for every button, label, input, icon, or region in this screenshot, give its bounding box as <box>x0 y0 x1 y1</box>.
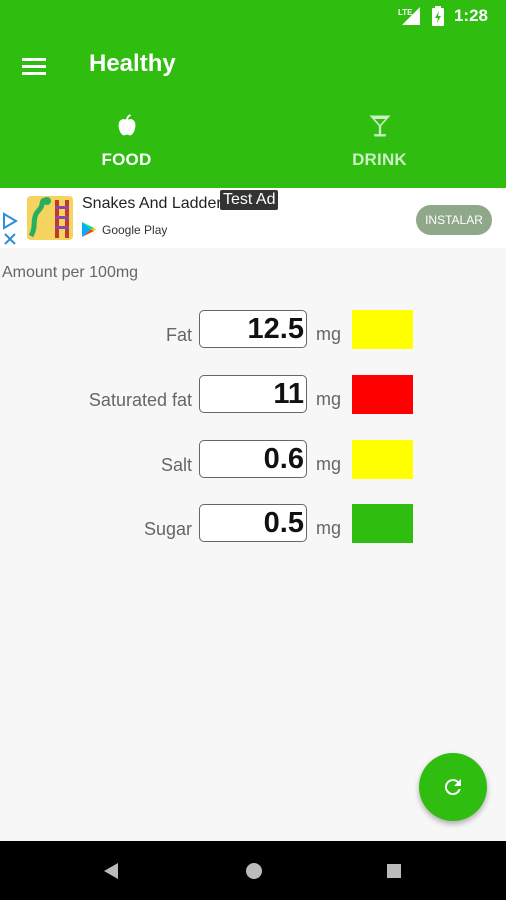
ad-app-thumbnail[interactable] <box>27 196 73 240</box>
test-ad-badge: Test Ad <box>220 190 279 210</box>
app-title: Healthy <box>89 50 176 77</box>
refresh-button[interactable] <box>419 753 487 821</box>
svg-text:LTE: LTE <box>398 8 413 17</box>
snakes-ladders-image <box>27 196 73 240</box>
refresh-icon <box>444 779 461 796</box>
ad-store: Google Play <box>82 222 167 237</box>
system-nav-bar <box>0 841 506 900</box>
unit-label: mg <box>316 324 342 344</box>
sugar-input[interactable]: 0.5 <box>199 504 307 542</box>
lte-signal-icon: LTE <box>398 7 420 25</box>
status-icons: LTE 1:28 <box>398 6 488 26</box>
recents-icon[interactable] <box>384 861 404 881</box>
nutrient-row-saturated-fat: Saturated fat 11 mg <box>0 375 506 415</box>
status-time: 1:28 <box>453 6 488 25</box>
google-play-icon <box>82 222 96 237</box>
unit-label: mg <box>316 518 342 538</box>
saturated-fat-input[interactable]: 11 <box>199 375 307 413</box>
fat-level-indicator <box>352 310 413 349</box>
fat-input[interactable]: 12.5 <box>199 310 307 348</box>
tab-bar: FOOD DRINK <box>0 108 506 188</box>
apple-icon <box>118 114 135 136</box>
tab-food[interactable]: FOOD <box>0 108 253 188</box>
amount-per-label: Amount per 100mg <box>2 264 139 281</box>
ad-banner[interactable]: Snakes And Ladders Test Ad Google Play I… <box>0 188 506 248</box>
menu-icon[interactable] <box>22 54 48 76</box>
ad-title[interactable]: Snakes And Ladders <box>82 195 232 213</box>
ad-store-label: Google Play <box>102 222 168 237</box>
nutrient-label: Fat <box>165 325 192 345</box>
sugar-level-indicator <box>352 504 413 543</box>
unit-label: mg <box>316 454 342 474</box>
unit-label: mg <box>316 389 342 409</box>
nutrient-label: Saturated fat <box>88 390 192 410</box>
battery-icon <box>431 6 444 26</box>
nutrient-label: Salt <box>160 455 192 475</box>
tab-food-label: FOOD <box>101 150 152 169</box>
status-bar: LTE 1:28 <box>0 0 506 32</box>
install-button[interactable]: INSTALAR <box>416 205 492 235</box>
tab-drink[interactable]: DRINK <box>253 108 506 188</box>
tab-drink-label: DRINK <box>352 150 407 169</box>
app-bar: Healthy FOOD DRINK <box>0 32 506 188</box>
nutrient-row-sugar: Sugar 0.5 mg <box>0 504 506 544</box>
cocktail-icon <box>369 115 390 137</box>
nutrient-row-salt: Salt 0.6 mg <box>0 440 506 480</box>
home-icon[interactable] <box>244 861 264 881</box>
back-icon[interactable] <box>102 861 122 881</box>
salt-input[interactable]: 0.6 <box>199 440 307 478</box>
nutrient-row-fat: Fat 12.5 mg <box>0 310 506 350</box>
salt-level-indicator <box>352 440 413 479</box>
ad-choices-icon[interactable] <box>2 212 20 248</box>
saturated-fat-level-indicator <box>352 375 413 414</box>
nutrient-label: Sugar <box>143 519 192 539</box>
